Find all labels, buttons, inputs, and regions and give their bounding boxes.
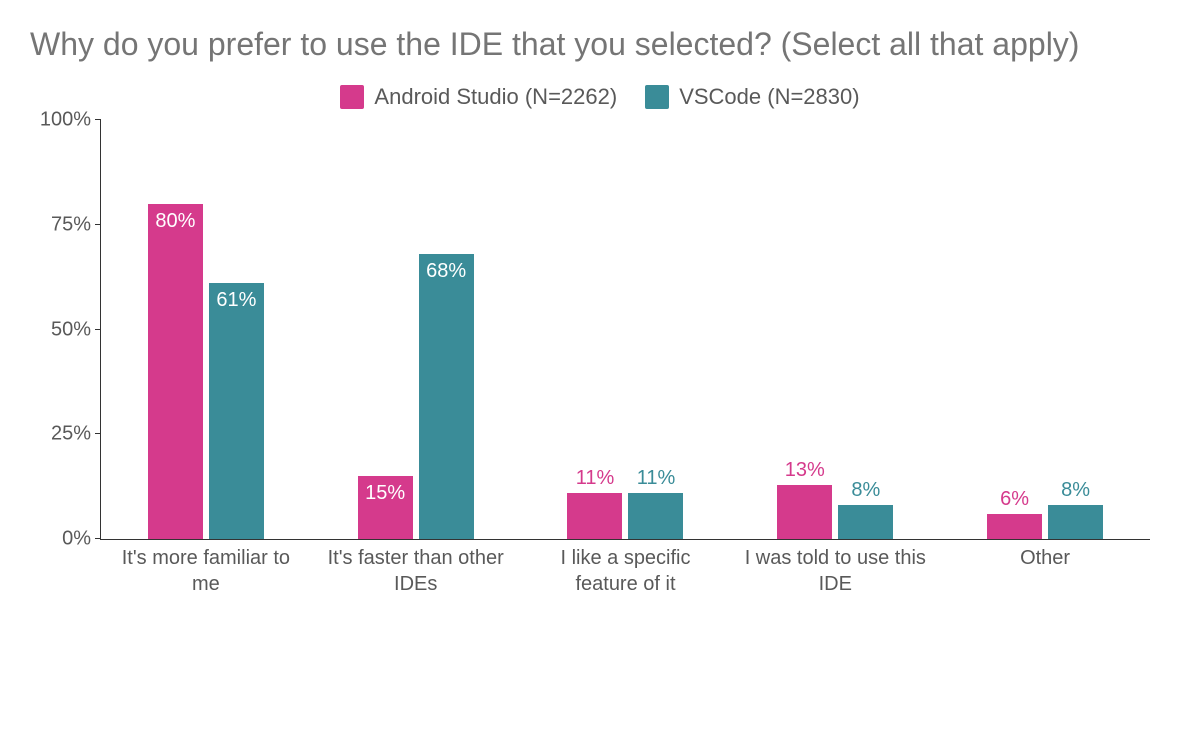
bar-value-label: 8% xyxy=(1061,479,1090,502)
bar-group: 80% 61% xyxy=(101,120,311,539)
bar-value-label: 80% xyxy=(155,210,195,233)
bar-value-label: 8% xyxy=(851,479,880,502)
bar: 11% xyxy=(628,493,683,539)
bar-groups: 80%61%15%68%11%11%13%8%6%8% xyxy=(101,120,1150,539)
y-tick-label: 25% xyxy=(27,423,91,446)
bar: 68% xyxy=(419,254,474,539)
y-tick-label: 50% xyxy=(27,318,91,341)
bar-value-label: 6% xyxy=(1000,488,1029,511)
legend-item: Android Studio (N=2262) xyxy=(340,84,617,110)
x-axis-label: I was told to use this IDE xyxy=(730,545,940,597)
x-axis-labels: It's more familiar to meIt's faster than… xyxy=(101,545,1150,597)
x-axis-label: Other xyxy=(940,545,1150,597)
bar: 15% xyxy=(358,476,413,539)
y-tick-label: 100% xyxy=(27,109,91,132)
y-tick-label: 75% xyxy=(27,213,91,236)
legend-label: VSCode (N=2830) xyxy=(679,84,859,110)
bar-value-label: 15% xyxy=(365,482,405,505)
bar: 11% xyxy=(567,493,622,539)
legend-swatch xyxy=(340,85,364,109)
plot: 80%61%15%68%11%11%13%8%6%8% It's more fa… xyxy=(100,120,1150,580)
chart-title: Why do you prefer to use the IDE that yo… xyxy=(30,24,1170,64)
bar-group: 15% 68% xyxy=(311,120,521,539)
legend-swatch xyxy=(645,85,669,109)
bar-value-label: 61% xyxy=(216,289,256,312)
x-axis-label: I like a specific feature of it xyxy=(521,545,731,597)
bar: 80% xyxy=(148,204,203,539)
bar: 6% xyxy=(987,514,1042,539)
bar: 8% xyxy=(838,505,893,539)
legend: Android Studio (N=2262) VSCode (N=2830) xyxy=(30,84,1170,110)
y-tick-mark xyxy=(95,119,101,120)
bar: 13% xyxy=(777,485,832,539)
plot-area: 80%61%15%68%11%11%13%8%6%8% It's more fa… xyxy=(100,120,1150,540)
y-tick-mark xyxy=(95,433,101,434)
bar: 8% xyxy=(1048,505,1103,539)
legend-item: VSCode (N=2830) xyxy=(645,84,859,110)
bar-value-label: 11% xyxy=(637,467,676,490)
legend-label: Android Studio (N=2262) xyxy=(374,84,617,110)
x-axis-label: It's faster than other IDEs xyxy=(311,545,521,597)
bar-group: 11%11% xyxy=(521,120,731,539)
x-axis-label: It's more familiar to me xyxy=(101,545,311,597)
y-tick-label: 0% xyxy=(27,528,91,551)
bar-group: 6%8% xyxy=(940,120,1150,539)
y-tick-mark xyxy=(95,329,101,330)
y-tick-mark xyxy=(95,538,101,539)
chart-container: Why do you prefer to use the IDE that yo… xyxy=(0,0,1200,742)
bar-value-label: 13% xyxy=(785,459,825,482)
bar-value-label: 68% xyxy=(426,260,466,283)
bar: 61% xyxy=(209,283,264,539)
bar-group: 13%8% xyxy=(730,120,940,539)
bar-value-label: 11% xyxy=(576,467,615,490)
y-tick-mark xyxy=(95,224,101,225)
